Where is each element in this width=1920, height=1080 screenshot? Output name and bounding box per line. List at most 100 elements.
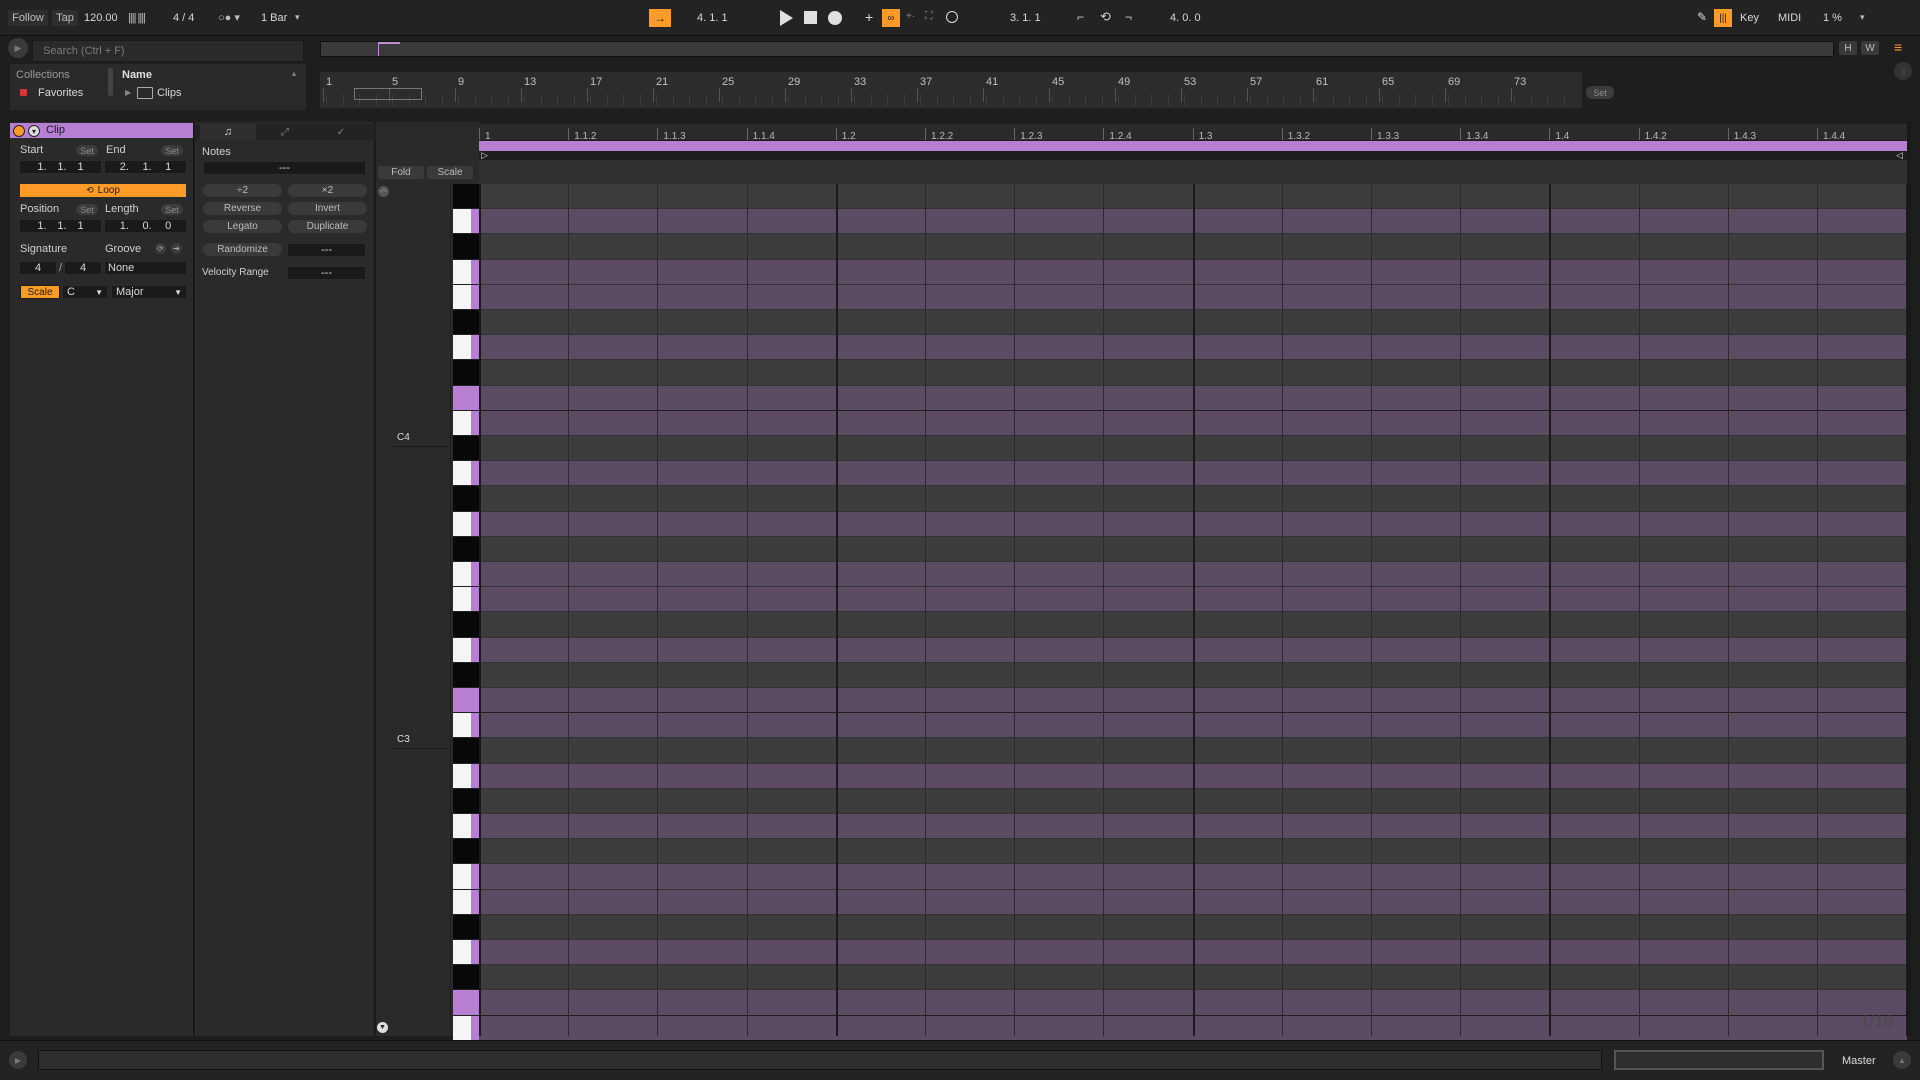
duplicate-button[interactable]: Duplicate xyxy=(288,220,367,233)
position-field[interactable]: 1. 1. 1 xyxy=(19,219,102,233)
punch-out-icon[interactable]: ¬ xyxy=(1125,10,1132,24)
piano-white-key[interactable] xyxy=(453,511,479,537)
quantize-menu[interactable]: 1 Bar xyxy=(261,12,287,24)
follow-arrangement-icon[interactable]: → xyxy=(649,9,671,27)
randomize-button[interactable]: Randomize xyxy=(203,243,282,256)
menu-icon[interactable]: ≡ xyxy=(1894,39,1902,55)
piano-black-key[interactable] xyxy=(453,788,479,814)
back-to-arrangement-icon[interactable]: +· xyxy=(906,11,915,22)
groove-commit-icon[interactable]: ➔ xyxy=(171,243,182,254)
invert-button[interactable]: Invert xyxy=(288,202,367,215)
midi-map-button[interactable]: MIDI xyxy=(1778,12,1801,24)
position-set-button[interactable]: Set xyxy=(76,204,98,215)
tap-tempo-button[interactable]: Tap xyxy=(52,10,78,26)
piano-white-key[interactable] xyxy=(453,814,479,840)
tab-expression[interactable]: ✓ xyxy=(314,124,368,140)
arrangement-overview[interactable] xyxy=(320,41,1834,57)
groove-selector[interactable]: None xyxy=(104,261,187,275)
reverse-button[interactable]: Reverse xyxy=(203,202,282,215)
piano-white-key[interactable] xyxy=(453,284,479,310)
browser-scrollbar[interactable] xyxy=(108,68,113,96)
piano-white-key[interactable] xyxy=(453,940,479,966)
piano-black-key[interactable] xyxy=(453,486,479,512)
start-field[interactable]: 1. 1. 1 xyxy=(19,160,102,174)
signature-denominator-field[interactable]: 4 xyxy=(64,261,102,275)
overview-window[interactable] xyxy=(378,42,400,56)
end-field[interactable]: 2. 1. 1 xyxy=(104,160,187,174)
arrangement-clip-region[interactable] xyxy=(354,88,422,100)
piano-white-key[interactable] xyxy=(453,410,479,436)
expand-arrow-icon[interactable]: ▶ xyxy=(125,88,131,97)
piano-black-key[interactable] xyxy=(453,612,479,638)
piano-white-key[interactable] xyxy=(453,259,479,285)
piano-white-key[interactable] xyxy=(453,990,479,1016)
stop-icon[interactable] xyxy=(804,11,817,24)
piano-black-key[interactable] xyxy=(453,234,479,260)
metronome-icon[interactable]: |||| |||| xyxy=(128,12,158,24)
end-set-button[interactable]: Set xyxy=(161,145,183,156)
loop-button[interactable]: ⟲ Loop xyxy=(20,184,186,197)
piano-white-key[interactable] xyxy=(453,864,479,890)
length-set-button[interactable]: Set xyxy=(161,204,183,215)
punch-in-icon[interactable]: ⌐ xyxy=(1077,10,1084,24)
scroll-down-icon[interactable]: ▼ xyxy=(377,1022,388,1033)
piano-black-key[interactable] xyxy=(453,184,479,210)
piano-white-key[interactable] xyxy=(453,385,479,411)
tab-envelopes[interactable]: ⤢ xyxy=(258,124,312,140)
tab-notes[interactable]: ♫ xyxy=(200,124,256,140)
panel-toggle-icon[interactable]: || xyxy=(1894,62,1912,80)
clip-activator-icon[interactable] xyxy=(13,125,25,137)
scale-root-selector[interactable]: C ▼ xyxy=(62,285,108,299)
piano-black-key[interactable] xyxy=(453,310,479,336)
piano-black-key[interactable] xyxy=(453,436,479,462)
start-set-button[interactable]: Set xyxy=(76,145,98,156)
piano-white-key[interactable] xyxy=(453,1015,479,1041)
piano-black-key[interactable] xyxy=(453,965,479,991)
piano-black-key[interactable] xyxy=(453,839,479,865)
legato-button[interactable]: Legato xyxy=(203,220,282,233)
clips-folder-item[interactable]: Clips xyxy=(157,87,181,99)
browser-toggle-icon[interactable]: ▶ xyxy=(8,38,28,58)
piano-white-key[interactable] xyxy=(453,637,479,663)
song-position-field[interactable]: 4. 1. 1 xyxy=(697,12,728,24)
piano-white-key[interactable] xyxy=(453,889,479,915)
search-input[interactable]: Search (Ctrl + F) xyxy=(32,40,304,62)
automation-arm-icon[interactable]: ∞ xyxy=(882,9,900,27)
metronome-toggle-icon[interactable]: ○● ▾ xyxy=(218,11,240,24)
piano-white-key[interactable] xyxy=(453,713,479,739)
time-signature-field[interactable]: 4 / 4 xyxy=(173,12,194,24)
piano-white-key[interactable] xyxy=(453,335,479,361)
loop-length-field[interactable]: 4. 0. 0 xyxy=(1170,12,1201,24)
double-button[interactable]: ×2 xyxy=(288,184,367,197)
preview-headphone-icon[interactable]: ◠ xyxy=(378,186,389,197)
capture-midi-icon[interactable]: ⛶ xyxy=(925,10,933,23)
piano-black-key[interactable] xyxy=(453,914,479,940)
loop-start-field[interactable]: 3. 1. 1 xyxy=(1010,12,1041,24)
loop-switch-icon[interactable]: ⟲ xyxy=(1100,9,1111,25)
cpu-chevron-icon[interactable]: ▾ xyxy=(1860,12,1865,23)
arrangement-set-button[interactable]: Set xyxy=(1586,86,1614,99)
draw-mode-icon[interactable]: ✎ xyxy=(1697,10,1707,24)
length-field[interactable]: 1. 0. 0 xyxy=(104,219,187,233)
piano-white-key[interactable] xyxy=(453,562,479,588)
scale-highlight-button[interactable]: Scale xyxy=(427,166,473,179)
overdub-icon[interactable]: + xyxy=(865,9,873,25)
computer-keyboard-icon[interactable]: ||| xyxy=(1714,9,1732,27)
sort-arrow-icon[interactable]: ▲ xyxy=(290,69,298,78)
randomize-amount-field[interactable]: --- xyxy=(287,243,366,257)
groove-hot-swap-icon[interactable]: ⟳ xyxy=(155,243,166,254)
piano-white-key[interactable] xyxy=(453,461,479,487)
clip-fold-icon[interactable]: ▾ xyxy=(28,125,40,137)
fold-button[interactable]: Fold xyxy=(378,166,424,179)
session-record-icon[interactable] xyxy=(946,11,958,23)
record-icon[interactable] xyxy=(828,11,842,25)
detail-view-toggle-icon[interactable]: ▲ xyxy=(1893,1051,1911,1069)
tempo-field[interactable]: 120.00 xyxy=(84,12,118,24)
name-column-header[interactable]: Name xyxy=(122,69,152,81)
halve-button[interactable]: ÷2 xyxy=(203,184,282,197)
signature-numerator-field[interactable]: 4 xyxy=(19,261,57,275)
piano-white-key[interactable] xyxy=(453,763,479,789)
loop-brace[interactable] xyxy=(479,141,1907,151)
info-view-toggle-icon[interactable]: ▶ xyxy=(9,1051,27,1069)
piano-black-key[interactable] xyxy=(453,360,479,386)
